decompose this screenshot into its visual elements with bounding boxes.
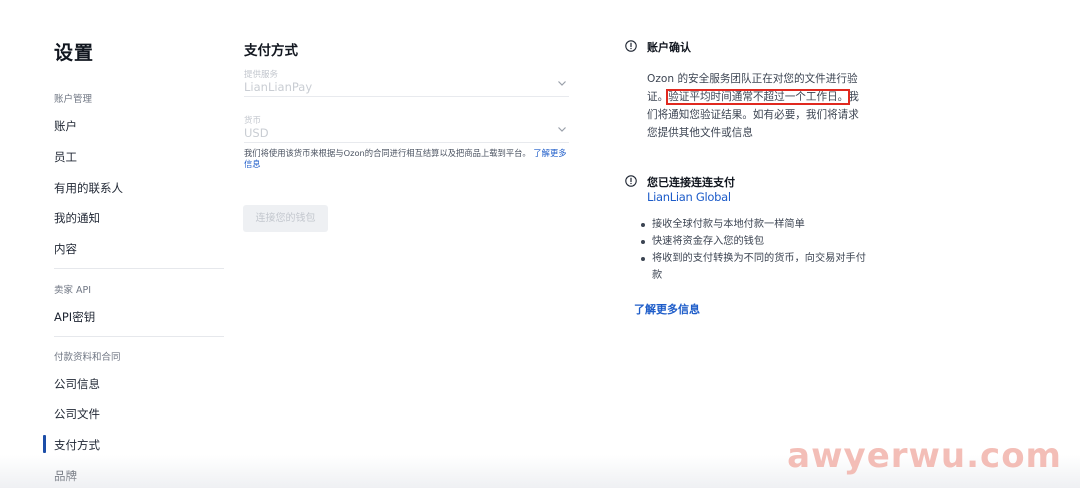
page-title: 设置 xyxy=(54,42,95,64)
chevron-down-icon xyxy=(558,127,566,132)
connected-heading: 您已连接连连支付 xyxy=(647,176,735,189)
sidebar-item-content[interactable]: 内容 xyxy=(54,241,77,257)
verification-heading: 账户确认 xyxy=(647,41,691,54)
currency-hint: 我们将使用该货币来根据与Ozon的合同进行相互结算以及把商品上载到平台。 了解更… xyxy=(244,148,574,170)
list-item: 接收全球付款与本地付款一样简单 xyxy=(640,216,870,233)
verification-text: Ozon 的安全服务团队正在对您的文件进行验证。验证平均时间通常不超过一个工作日… xyxy=(647,70,862,142)
info-icon xyxy=(625,175,637,187)
provider-select[interactable]: 提供服务 LianLianPay xyxy=(244,68,569,97)
active-indicator xyxy=(43,435,46,453)
benefits-list: 接收全球付款与本地付款一样简单 快速将资金存入您的钱包 将收到的支付转换为不同的… xyxy=(640,216,870,284)
watermark: awyerwu.com xyxy=(787,436,1062,476)
sidebar-item-payment-methods[interactable]: 支付方式 xyxy=(54,437,100,453)
sidebar-item-account[interactable]: 账户 xyxy=(54,118,77,134)
currency-label: 货币 xyxy=(244,116,262,126)
info-icon xyxy=(625,40,637,52)
learn-more-link[interactable]: 了解更多信息 xyxy=(634,301,700,317)
lianlian-logo: LianLian Global xyxy=(647,190,731,204)
chevron-down-icon xyxy=(558,81,566,86)
provider-label: 提供服务 xyxy=(244,70,279,80)
section-label-account: 账户管理 xyxy=(54,94,93,105)
list-item: 将收到的支付转换为不同的货币，向交易对手付款 xyxy=(640,250,870,284)
sidebar-item-company-info[interactable]: 公司信息 xyxy=(54,376,100,392)
sidebar-item-employees[interactable]: 员工 xyxy=(54,149,77,165)
sidebar-divider xyxy=(54,268,224,269)
connect-wallet-button[interactable]: 连接您的钱包 xyxy=(243,205,328,232)
sidebar-divider xyxy=(54,336,224,337)
provider-value: LianLianPay xyxy=(244,80,313,94)
currency-select[interactable]: 货币 USD xyxy=(244,114,569,143)
verification-highlight: 验证平均时间通常不超过一个工作日。 xyxy=(666,89,851,105)
section-label-seller-api: 卖家 API xyxy=(54,285,92,296)
currency-hint-text: 我们将使用该货币来根据与Ozon的合同进行相互结算以及把商品上载到平台。 xyxy=(244,148,531,158)
payment-section-title: 支付方式 xyxy=(244,43,298,59)
sidebar-item-company-documents[interactable]: 公司文件 xyxy=(54,406,100,422)
currency-value: USD xyxy=(244,126,269,140)
sidebar-item-contacts[interactable]: 有用的联系人 xyxy=(54,180,123,196)
sidebar-item-notifications[interactable]: 我的通知 xyxy=(54,210,100,226)
section-label-payment-contracts: 付款资料和合同 xyxy=(54,352,121,363)
sidebar-item-api-keys[interactable]: API密钥 xyxy=(54,309,95,325)
list-item: 快速将资金存入您的钱包 xyxy=(640,233,870,250)
